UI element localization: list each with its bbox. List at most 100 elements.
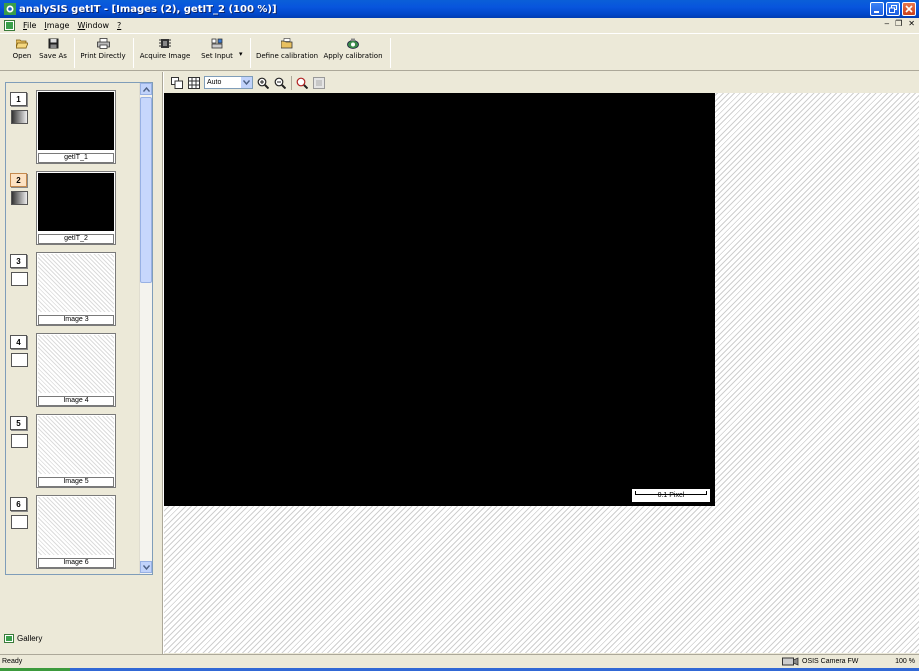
menu-window[interactable]: Window	[73, 21, 113, 30]
scroll-up-button[interactable]	[140, 83, 152, 95]
restore-button[interactable]	[886, 2, 900, 16]
properties-button[interactable]	[312, 76, 326, 90]
document-icon[interactable]	[4, 19, 15, 31]
thumbnail-label: getIT_1	[38, 153, 114, 163]
status-bar: Ready OSIS Camera FW 100 %	[0, 654, 919, 668]
thumbnail-frame[interactable]: Image 5	[36, 414, 116, 488]
set-input-dropdown-icon[interactable]: ▾	[239, 50, 243, 58]
zoom-region-button[interactable]	[295, 76, 309, 90]
set-input-button[interactable]: Set Input	[199, 38, 235, 68]
slot-number[interactable]: 5	[10, 416, 27, 430]
app-icon[interactable]	[3, 3, 16, 16]
toolbar-separator	[390, 38, 391, 68]
minimize-button[interactable]	[870, 2, 884, 16]
mdi-minimize-icon[interactable]: –	[885, 19, 889, 28]
slot-number[interactable]: 2	[10, 173, 27, 187]
properties-icon	[313, 76, 325, 89]
view-toolbar: Auto	[164, 72, 919, 93]
gallery-scrollbar[interactable]	[139, 83, 152, 574]
open-button[interactable]: Open	[8, 38, 36, 68]
define-calibration-button[interactable]: Define calibration	[256, 38, 318, 68]
thumbnail-frame[interactable]: getIT_1	[36, 90, 116, 164]
scroll-thumb[interactable]	[140, 97, 152, 283]
gallery-slot-5[interactable]: 5 Image 5	[6, 412, 140, 492]
open-folder-icon	[16, 39, 28, 49]
apply-calibration-button[interactable]: Apply calibration	[323, 38, 383, 68]
empty-channel-icon[interactable]	[11, 434, 28, 448]
zoom-in-icon	[257, 77, 269, 89]
menu-help[interactable]: ?	[113, 21, 125, 30]
set-input-icon	[211, 38, 223, 49]
gallery-panel: 1 getIT_1 2 getIT_2 3 Image 3 4 Image 4 …	[0, 72, 163, 654]
thumbnail-label: Image 5	[38, 477, 114, 487]
zoom-region-icon	[296, 77, 308, 89]
gallery-list[interactable]: 1 getIT_1 2 getIT_2 3 Image 3 4 Image 4 …	[5, 82, 153, 575]
thumbnail-image[interactable]	[38, 92, 114, 150]
print-directly-button[interactable]: Print Directly	[79, 38, 127, 68]
grid-icon	[188, 76, 200, 89]
thumbnail-frame[interactable]: Image 4	[36, 333, 116, 407]
empty-channel-icon[interactable]	[11, 353, 28, 367]
zoom-out-icon	[274, 77, 286, 89]
gallery-slot-6[interactable]: 6 Image 6	[6, 493, 140, 573]
acquire-image-button[interactable]: Acquire Image	[139, 38, 191, 68]
grid-button[interactable]	[187, 76, 201, 90]
zoom-out-button[interactable]	[273, 76, 287, 90]
camera-status: OSIS Camera FW	[782, 657, 858, 666]
thumbnail-empty[interactable]	[38, 335, 114, 393]
save-as-button[interactable]: Save As	[38, 38, 68, 68]
scale-bar[interactable]: 0.1 Pixel	[632, 489, 710, 502]
gallery-slot-3[interactable]: 3 Image 3	[6, 250, 140, 330]
slot-number[interactable]: 1	[10, 92, 27, 106]
menu-file[interactable]: File	[19, 21, 40, 30]
thumbnail-label: Image 3	[38, 315, 114, 325]
thumbnail-frame[interactable]: getIT_2	[36, 171, 116, 245]
gallery-slot-4[interactable]: 4 Image 4	[6, 331, 140, 411]
toolbar-separator	[74, 38, 75, 68]
apply-calibration-icon	[347, 38, 359, 49]
fit-window-button[interactable]	[170, 76, 184, 90]
dropdown-arrow-icon[interactable]	[241, 77, 252, 88]
grayscale-channel-icon[interactable]	[11, 110, 28, 124]
zoom-status: 100 %	[895, 658, 915, 665]
chevron-up-icon	[142, 86, 150, 92]
chevron-down-icon	[142, 564, 150, 570]
thumbnail-frame[interactable]: Image 6	[36, 495, 116, 569]
thumbnail-empty[interactable]	[38, 497, 114, 555]
gallery-tab[interactable]: Gallery	[4, 634, 42, 643]
thumbnail-frame[interactable]: Image 3	[36, 252, 116, 326]
menu-image[interactable]: Image	[40, 21, 73, 30]
save-disk-icon	[48, 38, 58, 49]
restore-icon	[889, 5, 897, 13]
active-image[interactable]: 0.1 Pixel	[164, 93, 715, 506]
close-button[interactable]	[902, 2, 916, 16]
slot-number[interactable]: 6	[10, 497, 27, 511]
gallery-slot-1[interactable]: 1 getIT_1	[6, 88, 140, 168]
toolbar-separator	[250, 38, 251, 68]
status-text: Ready	[2, 658, 23, 665]
title-bar[interactable]: analySIS getIT - [Images (2), getIT_2 (1…	[0, 0, 919, 18]
empty-channel-icon[interactable]	[11, 515, 28, 529]
gallery-icon	[4, 634, 14, 643]
thumbnail-label: Image 4	[38, 396, 114, 406]
gallery-slot-2[interactable]: 2 getIT_2	[6, 169, 140, 249]
define-calibration-icon	[281, 38, 293, 49]
scroll-down-button[interactable]	[140, 561, 152, 573]
thumbnail-label: getIT_2	[38, 234, 114, 244]
grayscale-channel-icon[interactable]	[11, 191, 28, 205]
image-canvas[interactable]: 0.1 Pixel	[164, 93, 919, 653]
slot-number[interactable]: 3	[10, 254, 27, 268]
zoom-mode-select[interactable]: Auto	[204, 76, 253, 89]
printer-icon	[96, 38, 110, 49]
thumbnail-image[interactable]	[38, 173, 114, 231]
window-title: analySIS getIT - [Images (2), getIT_2 (1…	[19, 3, 277, 15]
minimize-icon	[874, 11, 879, 13]
thumbnail-empty[interactable]	[38, 254, 114, 312]
thumbnail-empty[interactable]	[38, 416, 114, 474]
empty-channel-icon[interactable]	[11, 272, 28, 286]
mdi-restore-icon[interactable]: ❐	[895, 19, 902, 28]
fit-window-icon	[171, 76, 183, 89]
slot-number[interactable]: 4	[10, 335, 27, 349]
mdi-close-icon[interactable]: ✕	[908, 19, 915, 28]
zoom-in-button[interactable]	[256, 76, 270, 90]
